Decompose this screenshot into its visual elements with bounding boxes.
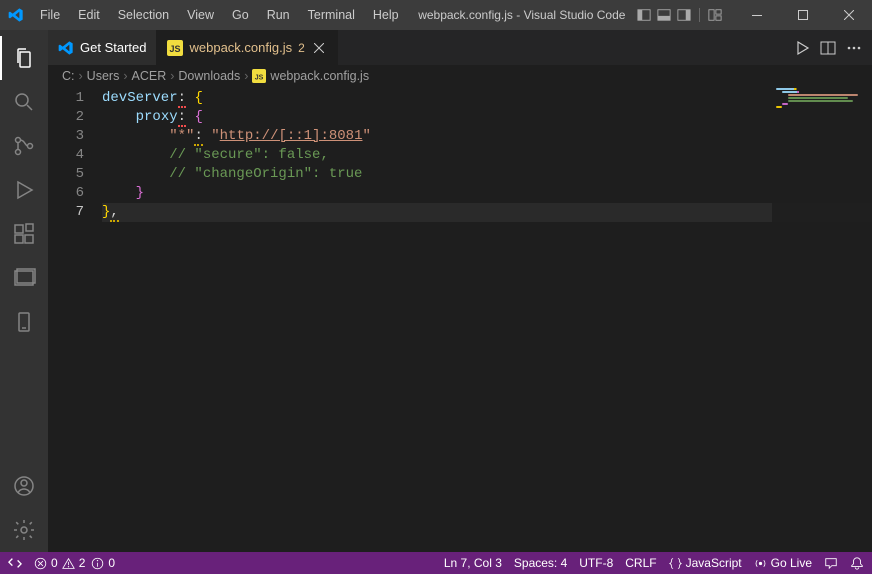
line-number: 6 bbox=[48, 184, 84, 203]
breadcrumb-item[interactable]: ACER bbox=[132, 69, 167, 83]
problems-indicator[interactable]: 0 2 0 bbox=[34, 556, 115, 570]
line-number: 5 bbox=[48, 165, 84, 184]
line-number: 2 bbox=[48, 108, 84, 127]
layout-controls[interactable] bbox=[637, 8, 722, 22]
chevron-right-icon: › bbox=[244, 69, 248, 83]
notifications-icon[interactable] bbox=[850, 556, 864, 570]
layout-sidebar-right-icon[interactable] bbox=[677, 8, 691, 22]
window-title-text: webpack.config.js - Visual Studio Code bbox=[418, 8, 625, 22]
info-count: 0 bbox=[108, 556, 115, 570]
breadcrumb-item[interactable]: Downloads bbox=[178, 69, 240, 83]
window-icon[interactable] bbox=[0, 256, 48, 300]
device-icon[interactable] bbox=[0, 300, 48, 344]
tab-modified-badge: 2 bbox=[298, 41, 305, 55]
code-line[interactable]: devServer: { bbox=[102, 89, 872, 108]
line-number-gutter: 1234567 bbox=[48, 87, 102, 552]
split-editor-icon[interactable] bbox=[820, 40, 836, 56]
minimize-button[interactable] bbox=[734, 0, 780, 30]
cursor-position[interactable]: Ln 7, Col 3 bbox=[444, 556, 502, 570]
code-line[interactable]: }, bbox=[102, 203, 872, 222]
breadcrumb-item[interactable]: JSwebpack.config.js bbox=[252, 69, 369, 83]
language-label: JavaScript bbox=[686, 556, 742, 570]
language-mode[interactable]: JavaScript bbox=[669, 556, 742, 570]
breadcrumb-item[interactable]: Users bbox=[87, 69, 120, 83]
editor-area: Get StartedJSwebpack.config.js2 C:›Users… bbox=[48, 30, 872, 552]
window-controls bbox=[734, 0, 872, 30]
feedback-icon[interactable] bbox=[824, 556, 838, 570]
extensions-icon[interactable] bbox=[0, 212, 48, 256]
menubar: FileEditSelectionViewGoRunTerminalHelp bbox=[32, 4, 407, 26]
error-count: 0 bbox=[51, 556, 58, 570]
menu-help[interactable]: Help bbox=[365, 4, 407, 26]
line-number: 1 bbox=[48, 89, 84, 108]
layout-panel-icon[interactable] bbox=[657, 8, 671, 22]
settings-gear-icon[interactable] bbox=[0, 508, 48, 552]
vscode-icon bbox=[58, 40, 74, 56]
vscode-logo-icon bbox=[8, 7, 24, 23]
chevron-right-icon: › bbox=[123, 69, 127, 83]
tab-get-started[interactable]: Get Started bbox=[48, 30, 157, 65]
svg-text:JS: JS bbox=[170, 44, 181, 54]
error-icon bbox=[34, 557, 47, 570]
tab-label: webpack.config.js bbox=[189, 40, 292, 55]
run-icon[interactable] bbox=[794, 40, 810, 56]
line-number: 4 bbox=[48, 146, 84, 165]
menu-edit[interactable]: Edit bbox=[70, 4, 108, 26]
eol[interactable]: CRLF bbox=[625, 556, 656, 570]
remote-indicator[interactable] bbox=[8, 556, 22, 570]
code-editor[interactable]: 1234567 devServer: { proxy: { "*": "http… bbox=[48, 87, 872, 552]
maximize-button[interactable] bbox=[780, 0, 826, 30]
menu-selection[interactable]: Selection bbox=[110, 4, 177, 26]
menu-terminal[interactable]: Terminal bbox=[300, 4, 363, 26]
status-bar: 0 2 0 Ln 7, Col 3 Spaces: 4 UTF-8 CRLF J… bbox=[0, 552, 872, 574]
titlebar: FileEditSelectionViewGoRunTerminalHelp w… bbox=[0, 0, 872, 30]
breadcrumb-item[interactable]: C: bbox=[62, 69, 75, 83]
tab-webpack-config-js[interactable]: JS webpack.config.js 2 bbox=[157, 30, 337, 65]
line-number: 7 bbox=[48, 203, 84, 222]
menu-go[interactable]: Go bbox=[224, 4, 257, 26]
minimap[interactable] bbox=[772, 87, 872, 552]
run-debug-icon[interactable] bbox=[0, 168, 48, 212]
go-live-label: Go Live bbox=[771, 556, 812, 570]
indentation[interactable]: Spaces: 4 bbox=[514, 556, 567, 570]
menu-view[interactable]: View bbox=[179, 4, 222, 26]
source-control-icon[interactable] bbox=[0, 124, 48, 168]
breadcrumbs[interactable]: C:›Users›ACER›Downloads›JSwebpack.config… bbox=[48, 65, 872, 87]
window-title: webpack.config.js - Visual Studio Code bbox=[407, 8, 734, 22]
info-icon bbox=[91, 557, 104, 570]
customize-layout-icon[interactable] bbox=[708, 8, 722, 22]
code-line[interactable]: "*": "http://[::1]:8081" bbox=[102, 127, 872, 146]
editor-actions bbox=[794, 30, 872, 65]
code-line[interactable]: } bbox=[102, 184, 872, 203]
tabs-bar: Get Started JS webpack.config.js 2 bbox=[48, 30, 872, 65]
tab-label: Get Started bbox=[80, 40, 146, 55]
warning-count: 2 bbox=[79, 556, 86, 570]
line-number: 3 bbox=[48, 127, 84, 146]
chevron-right-icon: › bbox=[170, 69, 174, 83]
menu-file[interactable]: File bbox=[32, 4, 68, 26]
main-area: Get StartedJSwebpack.config.js2 C:›Users… bbox=[0, 30, 872, 552]
code-content[interactable]: devServer: { proxy: { "*": "http://[::1]… bbox=[102, 87, 872, 552]
code-line[interactable]: // "secure": false, bbox=[102, 146, 872, 165]
code-line[interactable]: proxy: { bbox=[102, 108, 872, 127]
warning-icon bbox=[62, 557, 75, 570]
accounts-icon[interactable] bbox=[0, 464, 48, 508]
more-actions-icon[interactable] bbox=[846, 40, 862, 56]
js-file-icon: JS bbox=[167, 40, 183, 56]
close-tab-icon[interactable] bbox=[311, 40, 327, 56]
braces-icon bbox=[669, 557, 682, 570]
explorer-icon[interactable] bbox=[0, 36, 48, 80]
code-line[interactable]: // "changeOrigin": true bbox=[102, 165, 872, 184]
activity-bar bbox=[0, 30, 48, 552]
search-icon[interactable] bbox=[0, 80, 48, 124]
encoding[interactable]: UTF-8 bbox=[579, 556, 613, 570]
broadcast-icon bbox=[754, 557, 767, 570]
svg-text:JS: JS bbox=[255, 75, 264, 82]
layout-sidebar-left-icon[interactable] bbox=[637, 8, 651, 22]
chevron-right-icon: › bbox=[79, 69, 83, 83]
menu-run[interactable]: Run bbox=[259, 4, 298, 26]
close-button[interactable] bbox=[826, 0, 872, 30]
go-live-button[interactable]: Go Live bbox=[754, 556, 812, 570]
